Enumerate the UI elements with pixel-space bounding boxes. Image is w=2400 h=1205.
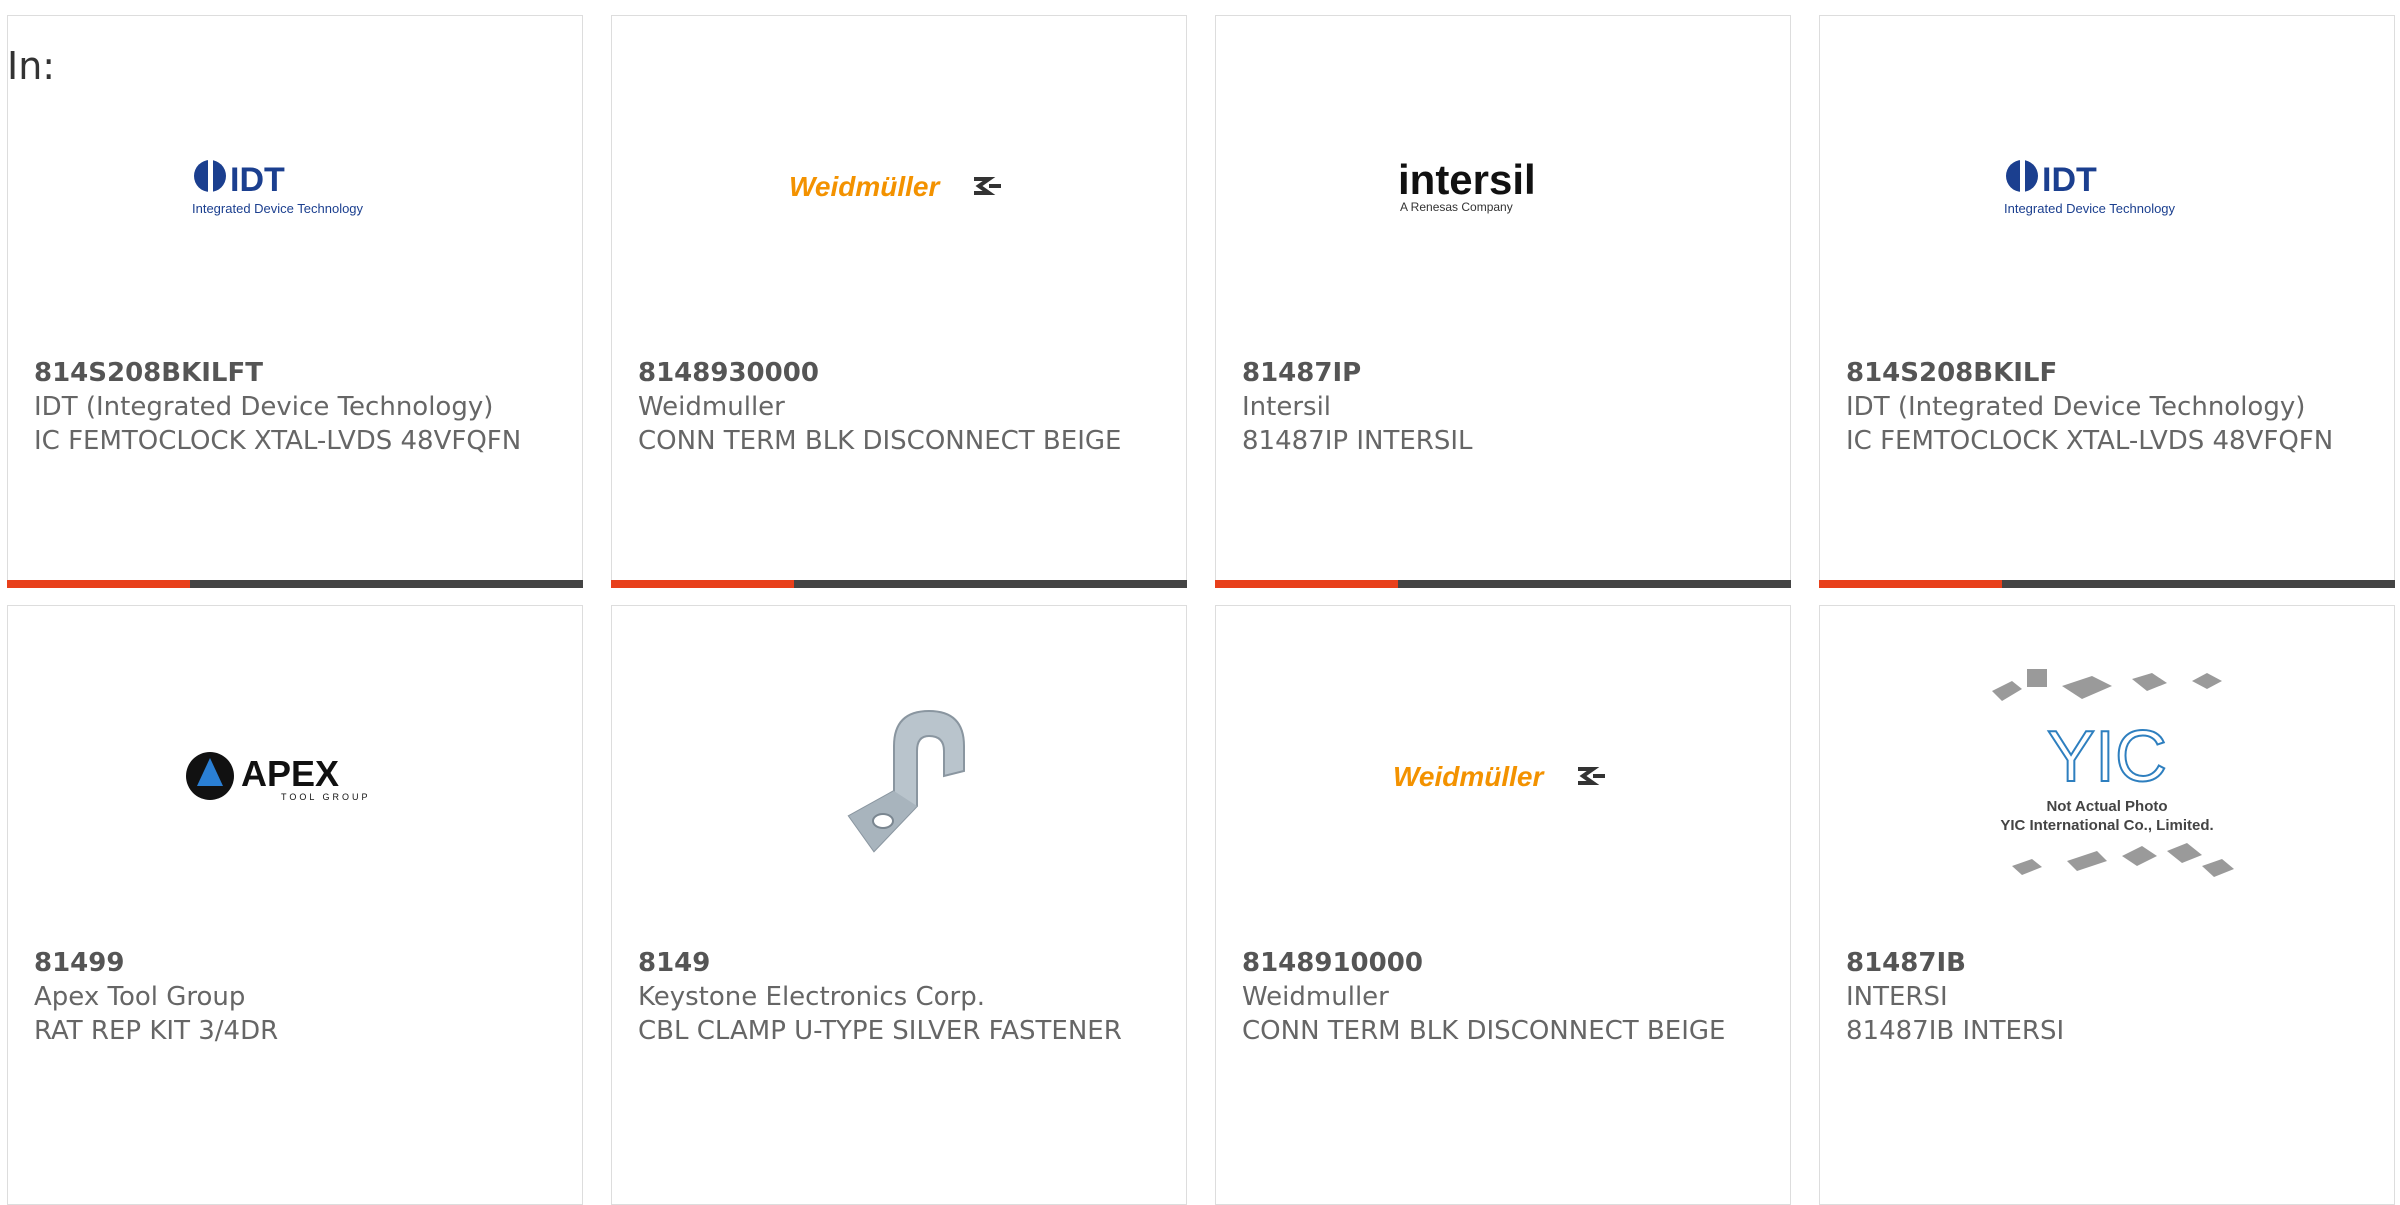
intersil-logo-text: intersil	[1398, 156, 1536, 203]
part-number[interactable]: 814S208BKILFT	[34, 356, 562, 390]
weidmuller-logo-icon: Weidmüller	[789, 171, 1001, 202]
card-bar-accent	[611, 580, 794, 588]
manufacturer: IDT (Integrated Device Technology)	[1846, 392, 2306, 422]
manufacturer: Intersil	[1242, 392, 1332, 422]
product-image[interactable]	[612, 606, 1186, 946]
product-image[interactable]: IDT Integrated Device Technology	[8, 16, 582, 356]
part-number[interactable]: 81499	[34, 946, 562, 980]
apex-logo-text: APEX	[241, 753, 339, 794]
description: CBL CLAMP U-TYPE SILVER FASTENER	[638, 1016, 1122, 1046]
idt-logo-text: IDT	[2042, 161, 2097, 199]
card-bar-accent	[1819, 580, 2002, 588]
description: CONN TERM BLK DISCONNECT BEIGE	[1242, 1016, 1726, 1046]
card-bar	[7, 580, 583, 588]
weidmuller-logo-text: Weidmüller	[1393, 761, 1546, 792]
manufacturer: Apex Tool Group	[34, 982, 246, 1012]
apex-logo-icon: APEX TOOL GROUP	[186, 752, 371, 802]
idt-logo-sub: Integrated Device Technology	[2004, 201, 2176, 216]
description: RAT REP KIT 3/4DR	[34, 1016, 279, 1046]
part-number[interactable]: 8148930000	[638, 356, 1166, 390]
product-image[interactable]: intersil A Renesas Company	[1216, 16, 1790, 356]
weidmuller-logo-icon: Weidmüller	[1393, 761, 1605, 792]
in-label: In:	[7, 44, 56, 88]
manufacturer: Keystone Electronics Corp.	[638, 982, 986, 1012]
apex-logo-sub: TOOL GROUP	[281, 792, 371, 802]
product-image[interactable]: Weidmüller	[612, 16, 1186, 356]
part-number[interactable]: 8149	[638, 946, 1166, 980]
description: 81487IP INTERSIL	[1242, 426, 1473, 456]
yic-logo-text: YIC	[2047, 717, 2167, 797]
idt-logo-text: IDT	[230, 161, 285, 199]
weidmuller-logo-text: Weidmüller	[789, 171, 942, 202]
manufacturer: INTERSI	[1846, 982, 1948, 1012]
product-card[interactable]: Weidmüller 8148910000 Weidmuller CONN TE…	[1215, 605, 1791, 1205]
part-number[interactable]: 814S208BKILF	[1846, 356, 2374, 390]
yic-logo-sub2: YIC International Co., Limited.	[2000, 817, 2213, 834]
yic-logo-sub: Not Actual Photo	[2046, 798, 2167, 815]
intersil-logo-sub: A Renesas Company	[1400, 200, 1513, 214]
part-number[interactable]: 8148910000	[1242, 946, 1770, 980]
product-card[interactable]: Weidmüller 8148930000 Weidmuller CONN TE…	[611, 15, 1187, 588]
card-bar-accent	[7, 580, 190, 588]
intersil-logo-icon: intersil A Renesas Company	[1398, 156, 1536, 214]
description: IC FEMTOCLOCK XTAL-LVDS 48VFQFN	[34, 426, 522, 456]
manufacturer: Weidmuller	[1242, 982, 1389, 1012]
product-image[interactable]: Weidmüller	[1216, 606, 1790, 946]
yic-placeholder-icon: YIC Not Actual Photo YIC International C…	[1992, 669, 2234, 877]
part-number[interactable]: 81487IP	[1242, 356, 1770, 390]
part-number[interactable]: 81487IB	[1846, 946, 2374, 980]
idt-logo-icon: IDT Integrated Device Technology	[2004, 160, 2176, 216]
description: CONN TERM BLK DISCONNECT BEIGE	[638, 426, 1122, 456]
product-card[interactable]: 8149 Keystone Electronics Corp. CBL CLAM…	[611, 605, 1187, 1205]
manufacturer: IDT (Integrated Device Technology)	[34, 392, 494, 422]
card-bar	[1819, 580, 2395, 588]
card-bar-accent	[1215, 580, 1398, 588]
idt-logo-sub: Integrated Device Technology	[192, 201, 364, 216]
product-image[interactable]: IDT Integrated Device Technology	[1820, 16, 2394, 356]
product-image[interactable]: YIC Not Actual Photo YIC International C…	[1820, 606, 2394, 946]
card-bar	[1215, 580, 1791, 588]
description: IC FEMTOCLOCK XTAL-LVDS 48VFQFN	[1846, 426, 2334, 456]
product-card[interactable]: YIC Not Actual Photo YIC International C…	[1819, 605, 2395, 1205]
product-card[interactable]: APEX TOOL GROUP 81499 Apex Tool Group RA…	[7, 605, 583, 1205]
manufacturer: Weidmuller	[638, 392, 785, 422]
product-card[interactable]: IDT Integrated Device Technology 814S208…	[1819, 15, 2395, 588]
product-image[interactable]: APEX TOOL GROUP	[8, 606, 582, 946]
idt-logo-icon: IDT Integrated Device Technology	[192, 160, 364, 216]
card-bar	[611, 580, 1187, 588]
clamp-photo-icon	[799, 676, 999, 876]
description: 81487IB INTERSI	[1846, 1016, 2065, 1046]
product-card[interactable]: IDT Integrated Device Technology 814S208…	[7, 15, 583, 588]
product-card[interactable]: intersil A Renesas Company 81487IP Inter…	[1215, 15, 1791, 588]
